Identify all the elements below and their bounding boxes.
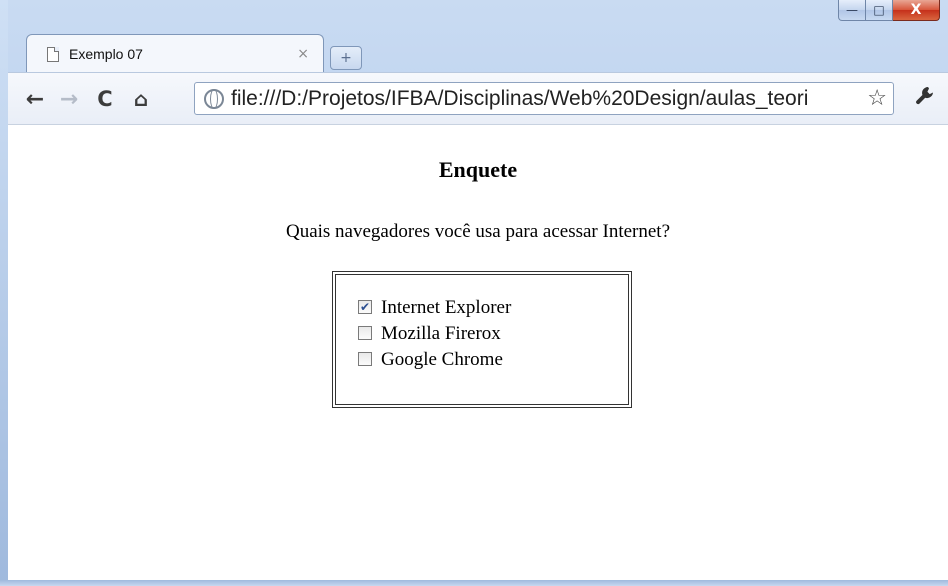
plus-icon: + (340, 50, 352, 66)
window-bottom-border (0, 580, 948, 586)
globe-icon (204, 88, 224, 109)
page-title: Enquete (438, 157, 518, 182)
browser-window: — □ X Exemplo 07 × + ← → C ⌂ file:///D:/… (0, 0, 948, 586)
option-mozilla-firefox[interactable]: Mozilla Firerox (358, 321, 628, 347)
close-icon: X (910, 2, 922, 18)
wrench-menu-button[interactable] (914, 85, 936, 113)
back-button[interactable]: ← (22, 86, 48, 112)
option-label: Internet Explorer (381, 297, 512, 318)
home-icon: ⌂ (133, 87, 149, 111)
option-label: Google Chrome (381, 349, 503, 370)
checkbox-google-chrome[interactable] (358, 352, 372, 366)
checkbox-mozilla-firefox[interactable] (358, 326, 372, 340)
address-bar[interactable]: file:///D:/Projetos/IFBA/Disciplinas/Web… (194, 82, 894, 115)
maximize-button[interactable]: □ (866, 0, 893, 21)
maximize-icon: □ (873, 3, 885, 17)
tab-title: Exemplo 07 (69, 46, 143, 62)
forward-button[interactable]: → (56, 86, 82, 112)
reload-icon: C (97, 87, 113, 111)
url-text[interactable]: file:///D:/Projetos/IFBA/Disciplinas/Web… (231, 87, 867, 111)
tab-exemplo-07[interactable]: Exemplo 07 × (26, 34, 324, 73)
minimize-button[interactable]: — (838, 0, 866, 21)
browser-toolbar: ← → C ⌂ file:///D:/Projetos/IFBA/Discipl… (8, 72, 948, 125)
back-arrow-icon: ← (25, 86, 45, 112)
close-window-button[interactable]: X (893, 0, 940, 21)
option-google-chrome[interactable]: Google Chrome (358, 347, 628, 373)
window-left-border (0, 0, 8, 586)
reload-button[interactable]: C (92, 87, 118, 111)
browser-options-fieldset: ✔ Internet Explorer Mozilla Firerox Goog… (332, 271, 632, 408)
home-button[interactable]: ⌂ (128, 87, 154, 111)
minimize-icon: — (846, 3, 858, 17)
tab-close-icon[interactable]: × (297, 46, 309, 62)
checkbox-internet-explorer[interactable]: ✔ (358, 300, 372, 314)
bookmark-star-icon[interactable]: ☆ (867, 86, 887, 111)
wrench-icon (916, 87, 933, 105)
page-icon (47, 46, 59, 62)
survey-question: Quais navegadores você usa para acessar … (285, 221, 671, 242)
option-label: Mozilla Firerox (381, 323, 501, 344)
window-controls: — □ X (838, 0, 940, 22)
page-content: Enquete Quais navegadores você usa para … (8, 124, 948, 583)
forward-arrow-icon: → (59, 86, 79, 112)
option-internet-explorer[interactable]: ✔ Internet Explorer (358, 295, 628, 321)
new-tab-button[interactable]: + (330, 46, 362, 70)
